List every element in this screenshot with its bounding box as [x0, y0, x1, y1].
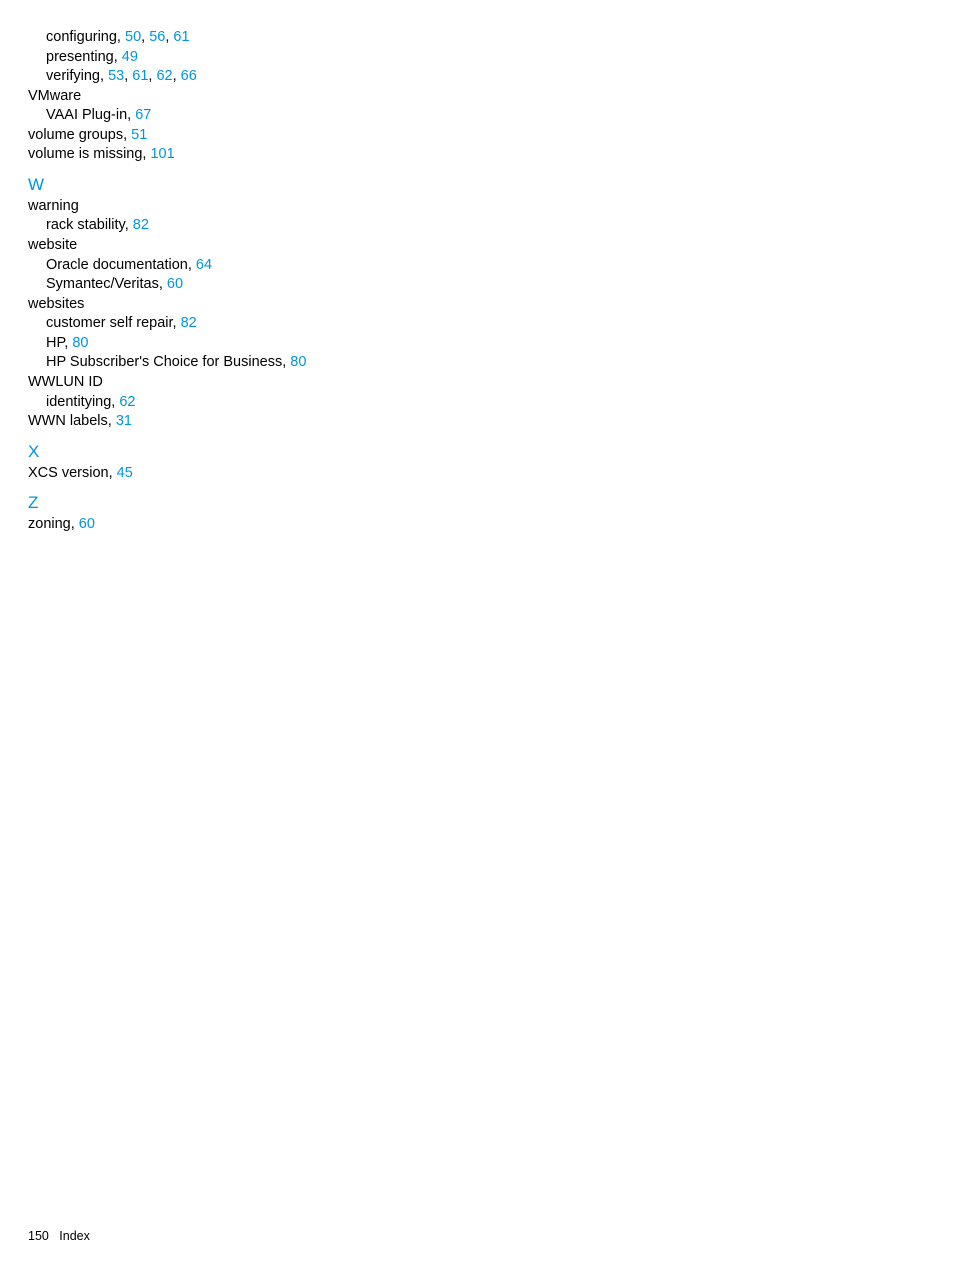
index-entry: zoning, 60	[28, 515, 954, 535]
index-entry: volume groups, 51	[28, 126, 954, 146]
page-link[interactable]: 50	[125, 29, 141, 45]
page-link[interactable]: 56	[149, 29, 165, 45]
page-link[interactable]: 82	[181, 315, 197, 331]
index-entry: customer self repair, 82	[46, 314, 954, 334]
page-footer: 150 Index	[28, 1228, 90, 1245]
index-entry: VMware	[28, 87, 954, 107]
index-content: configuring, 50, 56, 61presenting, 49ver…	[28, 28, 954, 535]
index-entry: WWLUN ID	[28, 373, 954, 393]
page-link[interactable]: 80	[72, 335, 88, 351]
index-entry-text: identitying,	[46, 394, 119, 410]
page-link[interactable]: 45	[117, 465, 133, 481]
page-link[interactable]: 61	[173, 29, 189, 45]
index-entry: verifying, 53, 61, 62, 66	[46, 67, 954, 87]
index-entry-text: volume groups,	[28, 127, 131, 143]
index-entry: WWN labels, 31	[28, 412, 954, 432]
index-entry-text: VAAI Plug-in,	[46, 107, 135, 123]
index-entry-text: VMware	[28, 88, 81, 104]
index-entry: VAAI Plug-in, 67	[46, 106, 954, 126]
index-entry-text: warning	[28, 198, 79, 214]
page-link[interactable]: 80	[290, 354, 306, 370]
index-entry-text: presenting,	[46, 49, 122, 65]
index-entry: Symantec/Veritas, 60	[46, 275, 954, 295]
index-entry-text: WWLUN ID	[28, 374, 103, 390]
page-link[interactable]: 60	[167, 276, 183, 292]
index-entry: configuring, 50, 56, 61	[46, 28, 954, 48]
index-entry-text: customer self repair,	[46, 315, 181, 331]
index-entry: volume is missing, 101	[28, 145, 954, 165]
index-entry: rack stability, 82	[46, 216, 954, 236]
index-entry-text: HP,	[46, 335, 72, 351]
index-entry: Oracle documentation, 64	[46, 256, 954, 276]
index-entry: HP Subscriber's Choice for Business, 80	[46, 353, 954, 373]
page-number: 150	[28, 1229, 49, 1243]
index-entry: XCS version, 45	[28, 464, 954, 484]
section-heading-w: W	[28, 174, 954, 197]
footer-section-label: Index	[59, 1229, 90, 1243]
index-entry: website	[28, 236, 954, 256]
page-link[interactable]: 64	[196, 257, 212, 273]
index-entry-text: XCS version,	[28, 465, 117, 481]
index-entry: websites	[28, 295, 954, 315]
index-entry-text: WWN labels,	[28, 413, 116, 429]
page-link[interactable]: 53	[108, 68, 124, 84]
index-entry-text: HP Subscriber's Choice for Business,	[46, 354, 290, 370]
index-entry: presenting, 49	[46, 48, 954, 68]
index-entry-text: volume is missing,	[28, 146, 150, 162]
section-heading-z: Z	[28, 492, 954, 515]
index-entry: HP, 80	[46, 334, 954, 354]
index-entry-text: zoning,	[28, 516, 79, 532]
page-link[interactable]: 67	[135, 107, 151, 123]
page-link[interactable]: 61	[132, 68, 148, 84]
index-entry-text: website	[28, 237, 77, 253]
index-entry-text: rack stability,	[46, 217, 133, 233]
section-heading-x: X	[28, 441, 954, 464]
page-link[interactable]: 101	[150, 146, 174, 162]
page-link[interactable]: 66	[181, 68, 197, 84]
page-link[interactable]: 82	[133, 217, 149, 233]
page-link[interactable]: 60	[79, 516, 95, 532]
page-link[interactable]: 49	[122, 49, 138, 65]
index-entry-text: configuring,	[46, 29, 125, 45]
index-entry-text: websites	[28, 296, 84, 312]
index-entry: warning	[28, 197, 954, 217]
page-link[interactable]: 62	[119, 394, 135, 410]
page-link[interactable]: 31	[116, 413, 132, 429]
index-entry-text: verifying,	[46, 68, 108, 84]
index-entry-text: Symantec/Veritas,	[46, 276, 167, 292]
page-link[interactable]: 51	[131, 127, 147, 143]
index-entry-text: Oracle documentation,	[46, 257, 196, 273]
index-entry: identitying, 62	[46, 393, 954, 413]
page-link[interactable]: 62	[156, 68, 172, 84]
